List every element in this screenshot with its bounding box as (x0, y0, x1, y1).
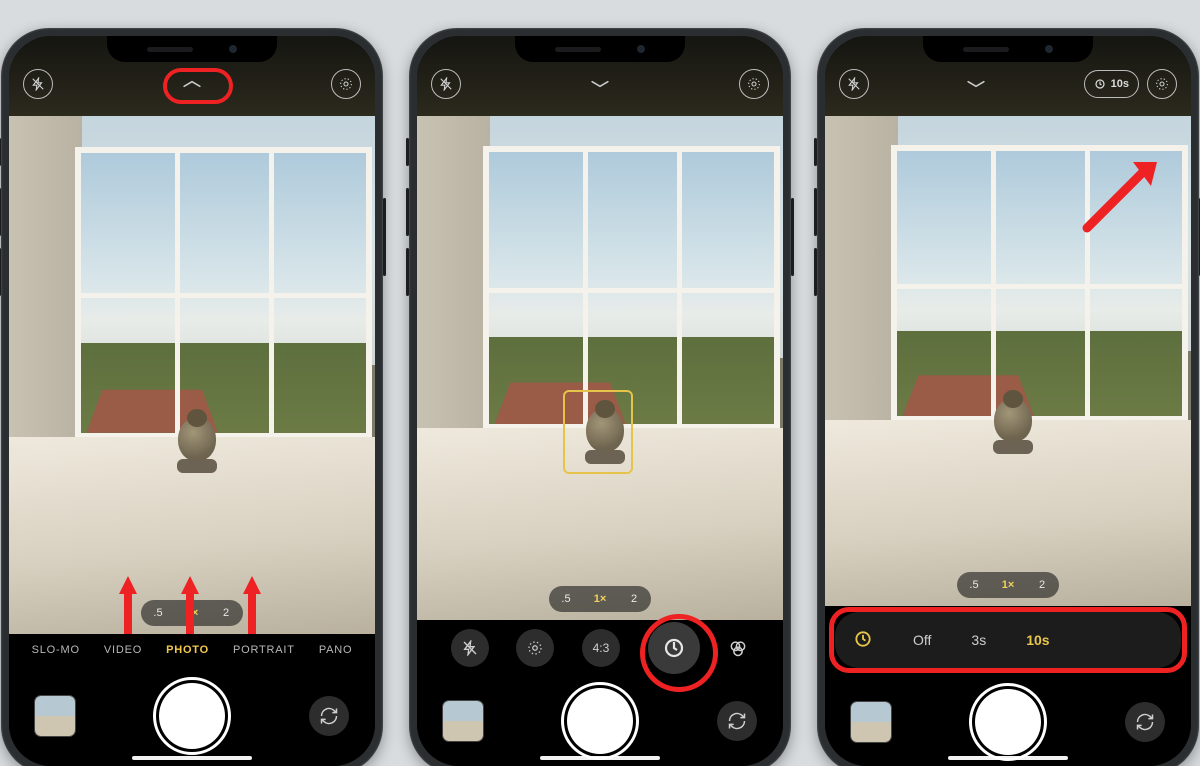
switch-camera-icon[interactable] (717, 701, 757, 741)
last-photo-thumbnail[interactable] (851, 702, 891, 742)
mode-portrait[interactable]: PORTRAIT (233, 644, 295, 656)
reveal-chevron-up-icon[interactable] (181, 78, 203, 90)
home-indicator[interactable] (540, 756, 660, 760)
mode-video[interactable]: VIDEO (104, 644, 142, 656)
shutter-button[interactable] (159, 683, 225, 749)
flash-icon[interactable] (839, 69, 869, 99)
mode-pano[interactable]: PANO (319, 644, 353, 656)
timer-badge-label: 10s (1111, 78, 1129, 90)
zoom-selector[interactable]: .5 1× 2 (549, 586, 651, 612)
flash-icon[interactable] (431, 69, 461, 99)
camera-options-tray: 4:3 (417, 620, 783, 676)
camera-bottom-bar (9, 666, 375, 766)
shutter-button[interactable] (567, 688, 633, 754)
flash-icon[interactable] (23, 69, 53, 99)
zoom-0-5x[interactable]: .5 (549, 586, 583, 612)
timer-option-10s[interactable]: 10s (1026, 632, 1049, 648)
zoom-0-5x[interactable]: .5 (141, 600, 175, 626)
live-photo-option-icon[interactable] (516, 629, 554, 667)
phone-step-1: .5 1× 2 SLO-MO VIDEO PHOTO PORTRAIT PANO (1, 28, 383, 766)
home-indicator[interactable] (132, 756, 252, 760)
camera-mode-selector[interactable]: SLO-MO VIDEO PHOTO PORTRAIT PANO (9, 634, 375, 666)
timer-option-off[interactable]: Off (913, 632, 931, 648)
reveal-chevron-down-icon[interactable] (965, 78, 987, 90)
phone-step-3: 10s .5 1× 2 (817, 28, 1199, 766)
camera-bottom-bar (417, 676, 783, 766)
camera-viewfinder[interactable]: .5 1× 2 (417, 116, 783, 620)
focus-square (563, 390, 633, 474)
mode-slo-mo[interactable]: SLO-MO (32, 644, 80, 656)
switch-camera-icon[interactable] (1125, 702, 1165, 742)
live-photo-icon[interactable] (1147, 69, 1177, 99)
zoom-1x[interactable]: 1× (583, 586, 617, 612)
switch-camera-icon[interactable] (309, 696, 349, 736)
timer-icon (853, 629, 873, 652)
flash-option-icon[interactable] (451, 629, 489, 667)
filters-option-icon[interactable] (727, 629, 749, 667)
mode-photo[interactable]: PHOTO (166, 644, 209, 656)
timer-option-icon[interactable] (648, 622, 700, 674)
zoom-2x[interactable]: 2 (617, 586, 651, 612)
zoom-0-5x[interactable]: .5 (957, 572, 991, 598)
timer-options-panel: Off 3s 10s (835, 612, 1181, 668)
last-photo-thumbnail[interactable] (35, 696, 75, 736)
camera-bottom-bar (825, 678, 1191, 766)
camera-viewfinder[interactable]: .5 1× 2 (9, 116, 375, 634)
timer-status-badge[interactable]: 10s (1084, 70, 1139, 98)
shutter-button[interactable] (975, 689, 1041, 755)
live-photo-icon[interactable] (331, 69, 361, 99)
reveal-chevron-down-icon[interactable] (589, 78, 611, 90)
aspect-ratio-option[interactable]: 4:3 (582, 629, 620, 667)
zoom-selector[interactable]: .5 1× 2 (957, 572, 1059, 598)
camera-viewfinder[interactable]: .5 1× 2 (825, 116, 1191, 606)
last-photo-thumbnail[interactable] (443, 701, 483, 741)
zoom-2x[interactable]: 2 (209, 600, 243, 626)
home-indicator[interactable] (948, 756, 1068, 760)
live-photo-icon[interactable] (739, 69, 769, 99)
zoom-2x[interactable]: 2 (1025, 572, 1059, 598)
zoom-1x[interactable]: 1× (175, 600, 209, 626)
zoom-selector[interactable]: .5 1× 2 (141, 600, 243, 626)
phone-step-2: .5 1× 2 4:3 (409, 28, 791, 766)
timer-option-3s[interactable]: 3s (971, 632, 986, 648)
zoom-1x[interactable]: 1× (991, 572, 1025, 598)
